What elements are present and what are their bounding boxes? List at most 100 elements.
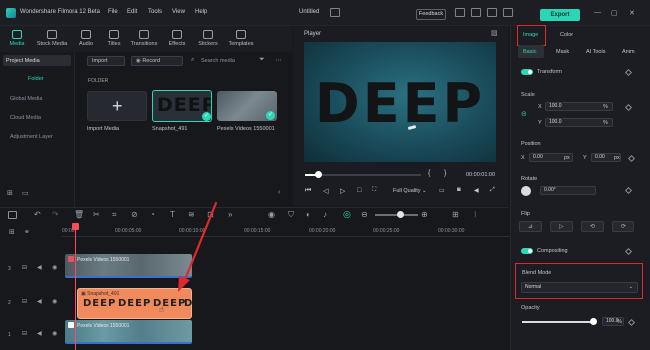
zoom-in-icon[interactable]: ⊕ xyxy=(421,210,428,219)
sidebar-item-adjustment-layer[interactable]: Adjustment Layer xyxy=(10,134,53,140)
track-audio-icon[interactable]: ◀ xyxy=(37,264,42,271)
track-audio-icon[interactable]: ◀ xyxy=(37,330,42,337)
speed-icon[interactable]: ◔ xyxy=(150,210,155,219)
close-icon[interactable]: ✕ xyxy=(629,9,635,17)
video-clip-track-1[interactable]: Pexels Videos 1550001 xyxy=(65,320,192,344)
sidebar-item-cloud-media[interactable]: Cloud Media xyxy=(10,115,41,121)
snapshot-camera-icon[interactable]: ◙ xyxy=(457,187,461,193)
flip-horizontal-button[interactable]: ⊿ xyxy=(519,221,542,232)
volume-icon[interactable]: ◀ xyxy=(474,187,479,194)
record-dropdown[interactable]: ◉ Record xyxy=(131,56,183,66)
expand-icon[interactable]: ⤢ xyxy=(490,187,495,194)
quality-dropdown[interactable]: Full Quality ⌄ xyxy=(393,188,427,194)
track-visibility-icon[interactable]: ◉ xyxy=(52,330,57,337)
zoom-slider-knob[interactable] xyxy=(397,211,404,218)
account-icon[interactable] xyxy=(487,8,497,17)
flip-vertical-button[interactable]: ▷ xyxy=(550,221,573,232)
sidebar-item-project-media[interactable]: Project Media xyxy=(6,58,40,64)
mic-icon[interactable]: ♪ xyxy=(323,210,327,219)
add-track-icon[interactable]: ⊞ xyxy=(9,228,15,236)
tab-effects[interactable]: Effects xyxy=(164,28,190,47)
snapshot-thumbnail[interactable]: DEEP ✓ xyxy=(152,90,212,122)
undo-icon[interactable]: ↶ xyxy=(34,210,41,219)
link-icon[interactable]: ⚭ xyxy=(24,228,30,236)
new-folder-icon[interactable]: ⊞ xyxy=(7,189,13,197)
track-audio-icon[interactable]: ◀ xyxy=(37,298,42,305)
rotate-right-button[interactable]: ⟳ xyxy=(612,221,634,232)
blend-mode-select[interactable]: Normal ⌄ xyxy=(521,282,638,293)
menu-help[interactable]: Help xyxy=(195,9,207,15)
more-tools-icon[interactable]: » xyxy=(228,210,232,219)
compositing-toggle[interactable] xyxy=(521,248,533,254)
track-lock-icon[interactable]: ⊟ xyxy=(22,330,27,337)
collapse-icon[interactable]: ‹ xyxy=(278,189,280,196)
import-dropdown[interactable]: Import xyxy=(87,56,125,66)
folder-icon[interactable]: ▭ xyxy=(22,189,29,197)
feedback-button[interactable]: Feedback xyxy=(416,9,446,20)
subtab-ai-tools[interactable]: AI Tools xyxy=(586,49,605,55)
track-lock-icon[interactable]: ⊟ xyxy=(22,298,27,305)
shield-icon[interactable]: ⛉ xyxy=(288,210,294,220)
split-icon[interactable]: ✂ xyxy=(93,210,100,219)
progress-knob[interactable] xyxy=(315,171,322,178)
layout-icon[interactable] xyxy=(503,8,513,17)
search-input[interactable]: Search media xyxy=(201,58,235,64)
timeline-grid-icon[interactable]: ⊞ xyxy=(452,210,459,219)
maximize-icon[interactable]: ▢ xyxy=(611,9,618,17)
subtab-mask[interactable]: Mask xyxy=(556,49,569,55)
pexels-video-thumbnail[interactable]: ✓ xyxy=(217,91,277,121)
marker-icon[interactable]: ◐ xyxy=(306,210,311,219)
zoom-out-icon[interactable]: ⊖ xyxy=(361,210,368,219)
tab-transitions[interactable]: Transitions xyxy=(128,28,160,47)
image-icon[interactable]: ▨ xyxy=(491,29,498,37)
rotate-left-button[interactable]: ⟲ xyxy=(581,221,604,232)
project-folder-icon[interactable] xyxy=(330,8,340,17)
menu-tools[interactable]: Tools xyxy=(148,9,162,15)
mark-in-icon[interactable]: { xyxy=(428,170,430,177)
tab-image[interactable]: Image xyxy=(523,32,538,38)
crop-icon[interactable]: ⌗ xyxy=(112,210,117,220)
tag-icon[interactable]: ⊘ xyxy=(131,210,138,219)
tab-templates[interactable]: Templates xyxy=(226,28,256,47)
prev-frame-icon[interactable]: ⏮ xyxy=(305,187,311,195)
timeline-settings-icon[interactable]: ⁝ xyxy=(474,210,477,219)
tab-color[interactable]: Color xyxy=(560,32,573,38)
opacity-slider-knob[interactable] xyxy=(590,318,597,325)
video-preview[interactable]: DEEP xyxy=(304,42,496,162)
stop-icon[interactable]: □ xyxy=(357,187,361,194)
progress-track[interactable] xyxy=(305,174,421,176)
play-icon[interactable]: ▷ xyxy=(340,187,345,195)
more-icon[interactable]: ⋯ xyxy=(275,56,282,64)
menu-edit[interactable]: Edit xyxy=(127,9,137,15)
track-visibility-icon[interactable]: ◉ xyxy=(52,298,57,305)
render-icon[interactable]: ◉ xyxy=(268,210,275,219)
notification-icon[interactable] xyxy=(455,8,465,17)
cloud-icon[interactable] xyxy=(471,8,481,17)
minimize-icon[interactable]: — xyxy=(594,9,601,16)
filter-icon[interactable]: ⏷ xyxy=(259,56,265,64)
snap-icon[interactable]: ◎ xyxy=(343,209,351,220)
tab-stock-media[interactable]: Stock Media xyxy=(34,28,70,47)
tab-media[interactable]: Media xyxy=(4,28,30,47)
delete-icon[interactable]: 🗑 xyxy=(74,210,84,219)
subtab-basic[interactable]: Basic xyxy=(523,49,536,55)
playhead[interactable] xyxy=(75,223,76,350)
lock-ratio-icon[interactable]: ⊝ xyxy=(521,110,527,118)
import-media-tile[interactable]: + xyxy=(87,91,147,121)
display-icon[interactable]: ▭ xyxy=(439,187,445,194)
redo-icon[interactable]: ↷ xyxy=(52,210,59,219)
fullscreen-icon[interactable]: ⛶ xyxy=(372,187,376,194)
menu-view[interactable]: View xyxy=(172,9,185,15)
rotate-dial[interactable] xyxy=(521,186,531,196)
opacity-slider-track[interactable] xyxy=(522,321,594,323)
rotate-input[interactable]: 0.00° xyxy=(540,186,596,195)
tab-titles[interactable]: Titles xyxy=(102,28,126,47)
tab-stickers[interactable]: Stickers xyxy=(194,28,222,47)
track-visibility-icon[interactable]: ◉ xyxy=(52,264,57,271)
track-lock-icon[interactable]: ⊟ xyxy=(22,264,27,271)
menu-file[interactable]: File xyxy=(108,9,118,15)
step-back-icon[interactable]: ◁ xyxy=(323,187,328,195)
layout-grid-icon[interactable] xyxy=(8,211,17,219)
sidebar-item-global-media[interactable]: Global Media xyxy=(10,96,42,102)
subtab-animation[interactable]: Anim xyxy=(622,49,635,55)
